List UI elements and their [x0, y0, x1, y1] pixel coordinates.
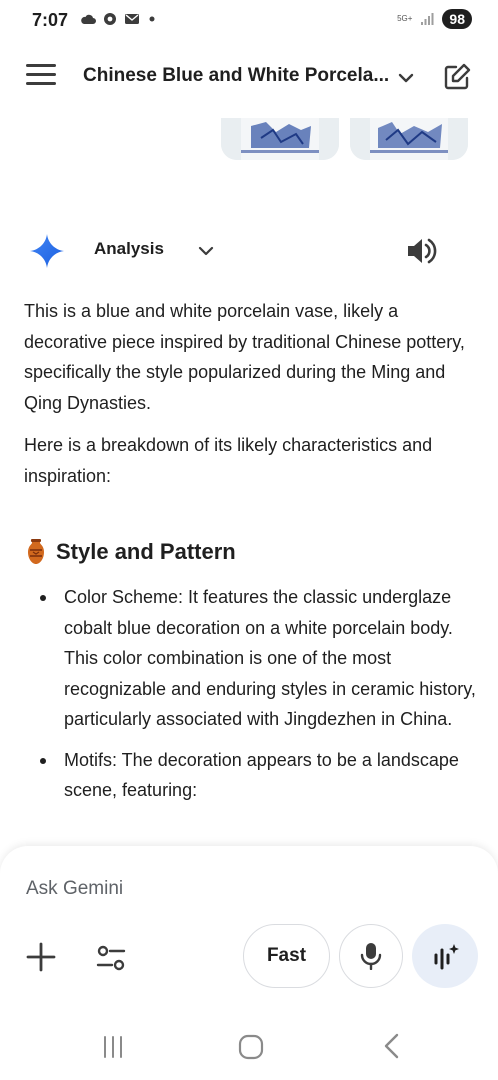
list-item: Motifs: The decoration appears to be a l…: [24, 745, 476, 806]
plus-icon[interactable]: [24, 940, 58, 974]
menu-icon-line: [26, 64, 56, 67]
uploaded-image-thumbnail[interactable]: [221, 118, 339, 160]
section-title: Style and Pattern: [56, 539, 236, 564]
chevron-down-icon[interactable]: [394, 66, 418, 90]
home-icon[interactable]: [238, 1034, 264, 1060]
app-bar: Chinese Blue and White Porcela...: [0, 48, 498, 106]
menu-icon-line: [26, 82, 56, 85]
network-type: 5G+: [397, 14, 413, 23]
response-paragraph: Here is a breakdown of its likely charac…: [24, 435, 433, 486]
mail-icon: [125, 14, 139, 24]
gemini-spark-icon: [30, 234, 64, 268]
mode-selector[interactable]: Analysis: [94, 239, 164, 259]
live-button[interactable]: [412, 924, 478, 988]
fast-model-button[interactable]: Fast: [243, 924, 330, 988]
bullet-dot: [40, 595, 46, 601]
tools-icon[interactable]: [95, 942, 127, 974]
section-heading: Style and Pattern: [24, 538, 236, 566]
bullet-dot: [40, 757, 46, 764]
chevron-down-icon[interactable]: [195, 240, 217, 262]
vase-icon: [28, 539, 44, 564]
system-nav-bar: [0, 1020, 498, 1080]
response-body: This is a blue and white porcelain vase,…: [24, 296, 476, 491]
edit-icon[interactable]: [442, 62, 472, 92]
battery-badge: 98: [442, 9, 472, 29]
speaker-icon[interactable]: [404, 234, 440, 268]
vase-photo-icon: [350, 118, 468, 160]
cloud-icon: [81, 14, 96, 24]
signal-icon: [421, 13, 434, 25]
list-item-text: Color Scheme: It features the classic un…: [64, 587, 476, 729]
list-item-text: Motifs: The decoration appears to be a l…: [64, 749, 459, 801]
mic-button[interactable]: [339, 924, 403, 988]
mic-icon: [360, 943, 382, 970]
conversation-title[interactable]: Chinese Blue and White Porcela...: [83, 65, 388, 87]
vase-photo-icon: [221, 118, 339, 160]
status-right: 5G+ 98: [397, 9, 472, 29]
status-time: 7:07: [32, 10, 69, 30]
chrome-icon: [104, 13, 116, 25]
response-header: Analysis: [0, 224, 498, 278]
menu-icon-line: [26, 73, 56, 76]
gemini-chat-screen: 7:07 5G+ 98 Chinese Blue and White Porce…: [0, 0, 498, 1080]
notification-icons: [80, 12, 162, 26]
uploaded-image-thumbnail[interactable]: [350, 118, 468, 160]
live-icon: [434, 944, 459, 970]
menu-button[interactable]: [26, 64, 56, 88]
list-item: Color Scheme: It features the classic un…: [24, 582, 476, 735]
recents-icon[interactable]: [100, 1034, 126, 1060]
bullet-list: Color Scheme: It features the classic un…: [24, 582, 476, 806]
back-icon[interactable]: [380, 1032, 404, 1060]
dot-icon: [149, 16, 155, 22]
response-paragraph: This is a blue and white porcelain vase,…: [24, 301, 465, 413]
prompt-input[interactable]: [26, 876, 446, 902]
status-bar: 7:07 5G+ 98: [0, 0, 498, 40]
